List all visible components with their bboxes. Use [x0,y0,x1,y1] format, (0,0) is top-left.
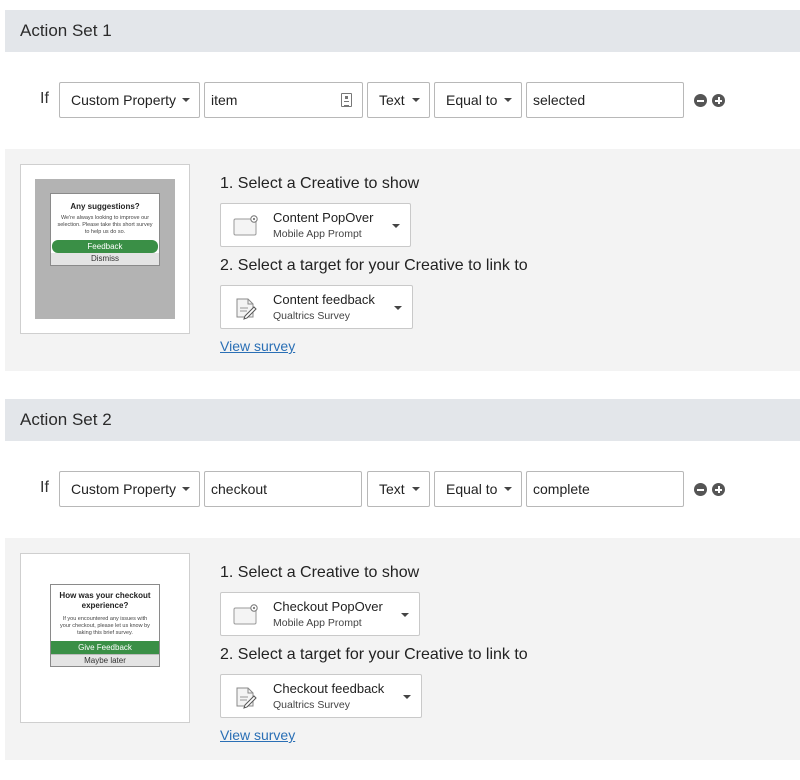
creative-preview-thumbnail: Any suggestions? We're always looking to… [20,164,190,334]
creative-picker[interactable]: Checkout PopOver Mobile App Prompt [220,592,420,636]
property-name-value: checkout [211,481,268,497]
creative-type: Mobile App Prompt [273,228,362,240]
popover-icon [233,603,259,627]
view-survey-link[interactable]: View survey [220,338,295,354]
creative-preview-thumbnail: How was your checkout experience? If you… [20,553,190,723]
condition-value-text: complete [533,481,590,497]
step-1-label: 1. Select a Creative to show [220,175,420,192]
target-name: Checkout feedback [273,681,385,696]
target-name: Content feedback [273,292,375,307]
condition-value-input[interactable]: selected [526,82,684,118]
if-label: If [40,479,49,496]
preview-background: How was your checkout experience? If you… [35,568,175,708]
creative-type: Mobile App Prompt [273,617,362,629]
preview-secondary-button: Maybe later [51,654,159,666]
minus-circle-icon[interactable] [694,94,707,107]
property-name-input[interactable]: checkout [204,471,362,507]
if-label: If [40,90,49,107]
action-set-title: Action Set 2 [20,410,112,429]
view-survey-link[interactable]: View survey [220,727,295,743]
chevron-down-icon [504,487,512,491]
step-2-label: 2. Select a target for your Creative to … [220,646,528,663]
preview-primary-button: Feedback [52,240,158,253]
preview-background: Any suggestions? We're always looking to… [35,179,175,319]
preview-card: Any suggestions? We're always looking to… [50,193,160,266]
chevron-down-icon [182,98,190,102]
survey-icon [233,685,259,709]
target-picker[interactable]: Content feedback Qualtrics Survey [220,285,413,329]
target-type: Qualtrics Survey [273,699,351,711]
plus-circle-icon[interactable] [712,483,725,496]
popover-icon [233,214,259,238]
preview-secondary-button: Dismiss [51,253,159,265]
preview-card: How was your checkout experience? If you… [50,584,160,667]
survey-icon [233,296,259,320]
chevron-down-icon [392,224,400,228]
creative-picker[interactable]: Content PopOver Mobile App Prompt [220,203,411,247]
action-set-2-panel: How was your checkout experience? If you… [5,538,800,760]
chevron-down-icon [401,613,409,617]
chevron-down-icon [412,487,420,491]
value-type-dropdown[interactable]: Text [367,82,430,118]
chevron-down-icon [412,98,420,102]
property-type-value: Custom Property [71,481,177,497]
operator-value: Equal to [446,92,498,108]
property-type-dropdown[interactable]: Custom Property [59,471,200,507]
target-type: Qualtrics Survey [273,310,351,322]
preview-title: How was your checkout experience? [59,591,151,610]
chevron-down-icon [403,695,411,699]
chevron-down-icon [504,98,512,102]
creative-name: Checkout PopOver [273,599,383,614]
operator-dropdown[interactable]: Equal to [434,471,522,507]
value-type-dropdown[interactable]: Text [367,471,430,507]
preview-body: We're always looking to improve our sele… [57,215,153,235]
operator-dropdown[interactable]: Equal to [434,82,522,118]
action-set-title: Action Set 1 [20,21,112,40]
step-1-label: 1. Select a Creative to show [220,564,420,581]
property-type-value: Custom Property [71,92,177,108]
property-name-input[interactable]: item [204,82,363,118]
preview-title: Any suggestions? [70,202,140,211]
chevron-down-icon [394,306,402,310]
target-picker[interactable]: Checkout feedback Qualtrics Survey [220,674,422,718]
condition-value-text: selected [533,92,586,108]
condition-value-input[interactable]: complete [526,471,684,507]
action-set-1-header: Action Set 1 [5,10,800,52]
chevron-down-icon [182,487,190,491]
value-type-value: Text [379,481,405,497]
property-name-value: item [211,92,238,108]
preview-primary-button: Give Feedback [51,641,159,654]
property-type-dropdown[interactable]: Custom Property [59,82,200,118]
step-2-label: 2. Select a target for your Creative to … [220,257,528,274]
preview-body: If you encountered any issues with your … [60,616,150,636]
value-type-value: Text [379,92,405,108]
piped-text-icon[interactable] [341,93,352,107]
action-set-1-panel: Any suggestions? We're always looking to… [5,149,800,371]
plus-circle-icon[interactable] [712,94,725,107]
creative-name: Content PopOver [273,210,374,225]
action-set-2-header: Action Set 2 [5,399,800,441]
operator-value: Equal to [446,481,498,497]
minus-circle-icon[interactable] [694,483,707,496]
